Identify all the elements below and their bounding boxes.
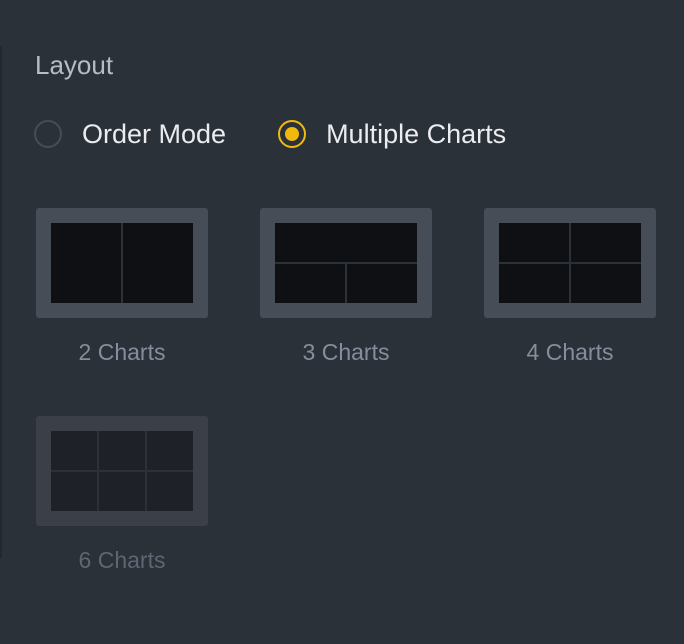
layout-option-label: 3 Charts [302,339,390,365]
three-charts-layout-icon [260,208,432,318]
chart-pane [147,431,193,470]
chart-pane [275,264,345,303]
chart-pane [499,223,569,262]
order-mode-label: Order Mode [82,119,227,149]
layout-option-4-charts[interactable]: 4 Charts [484,208,656,368]
chart-pane [99,431,145,470]
layout-panel: Layout Order Mode Multiple Charts 2 Char… [0,0,684,644]
chart-pane [499,264,569,303]
layout-option-label: 6 Charts [78,547,166,573]
layout-option-2-charts[interactable]: 2 Charts [36,208,208,368]
radio-unchecked-icon[interactable] [34,120,62,148]
chart-pane [51,431,97,470]
layout-option-3-charts[interactable]: 3 Charts [260,208,432,368]
six-charts-layout-icon [36,416,208,526]
chart-pane [99,472,145,511]
multiple-charts-radio[interactable]: Multiple Charts [278,116,506,152]
panel-divider [0,46,2,558]
layout-section-title: Layout [35,50,114,80]
layout-option-label: 2 Charts [78,339,166,365]
chart-pane [571,223,641,262]
multiple-charts-label: Multiple Charts [326,119,507,149]
chart-pane [147,472,193,511]
chart-pane [51,472,97,511]
chart-pane [51,223,121,303]
radio-dot [285,127,300,141]
chart-pane [347,264,417,303]
two-charts-layout-icon [36,208,208,318]
order-mode-radio[interactable]: Order Mode [34,116,226,152]
mode-radio-group: Order Mode Multiple Charts [34,116,506,152]
layout-option-6-charts: 6 Charts [36,416,208,576]
chart-pane [123,223,193,303]
chart-pane [275,223,417,262]
layout-option-label: 4 Charts [526,339,614,365]
radio-checked-icon[interactable] [278,120,307,148]
chart-pane [571,264,641,303]
four-charts-layout-icon [484,208,656,318]
